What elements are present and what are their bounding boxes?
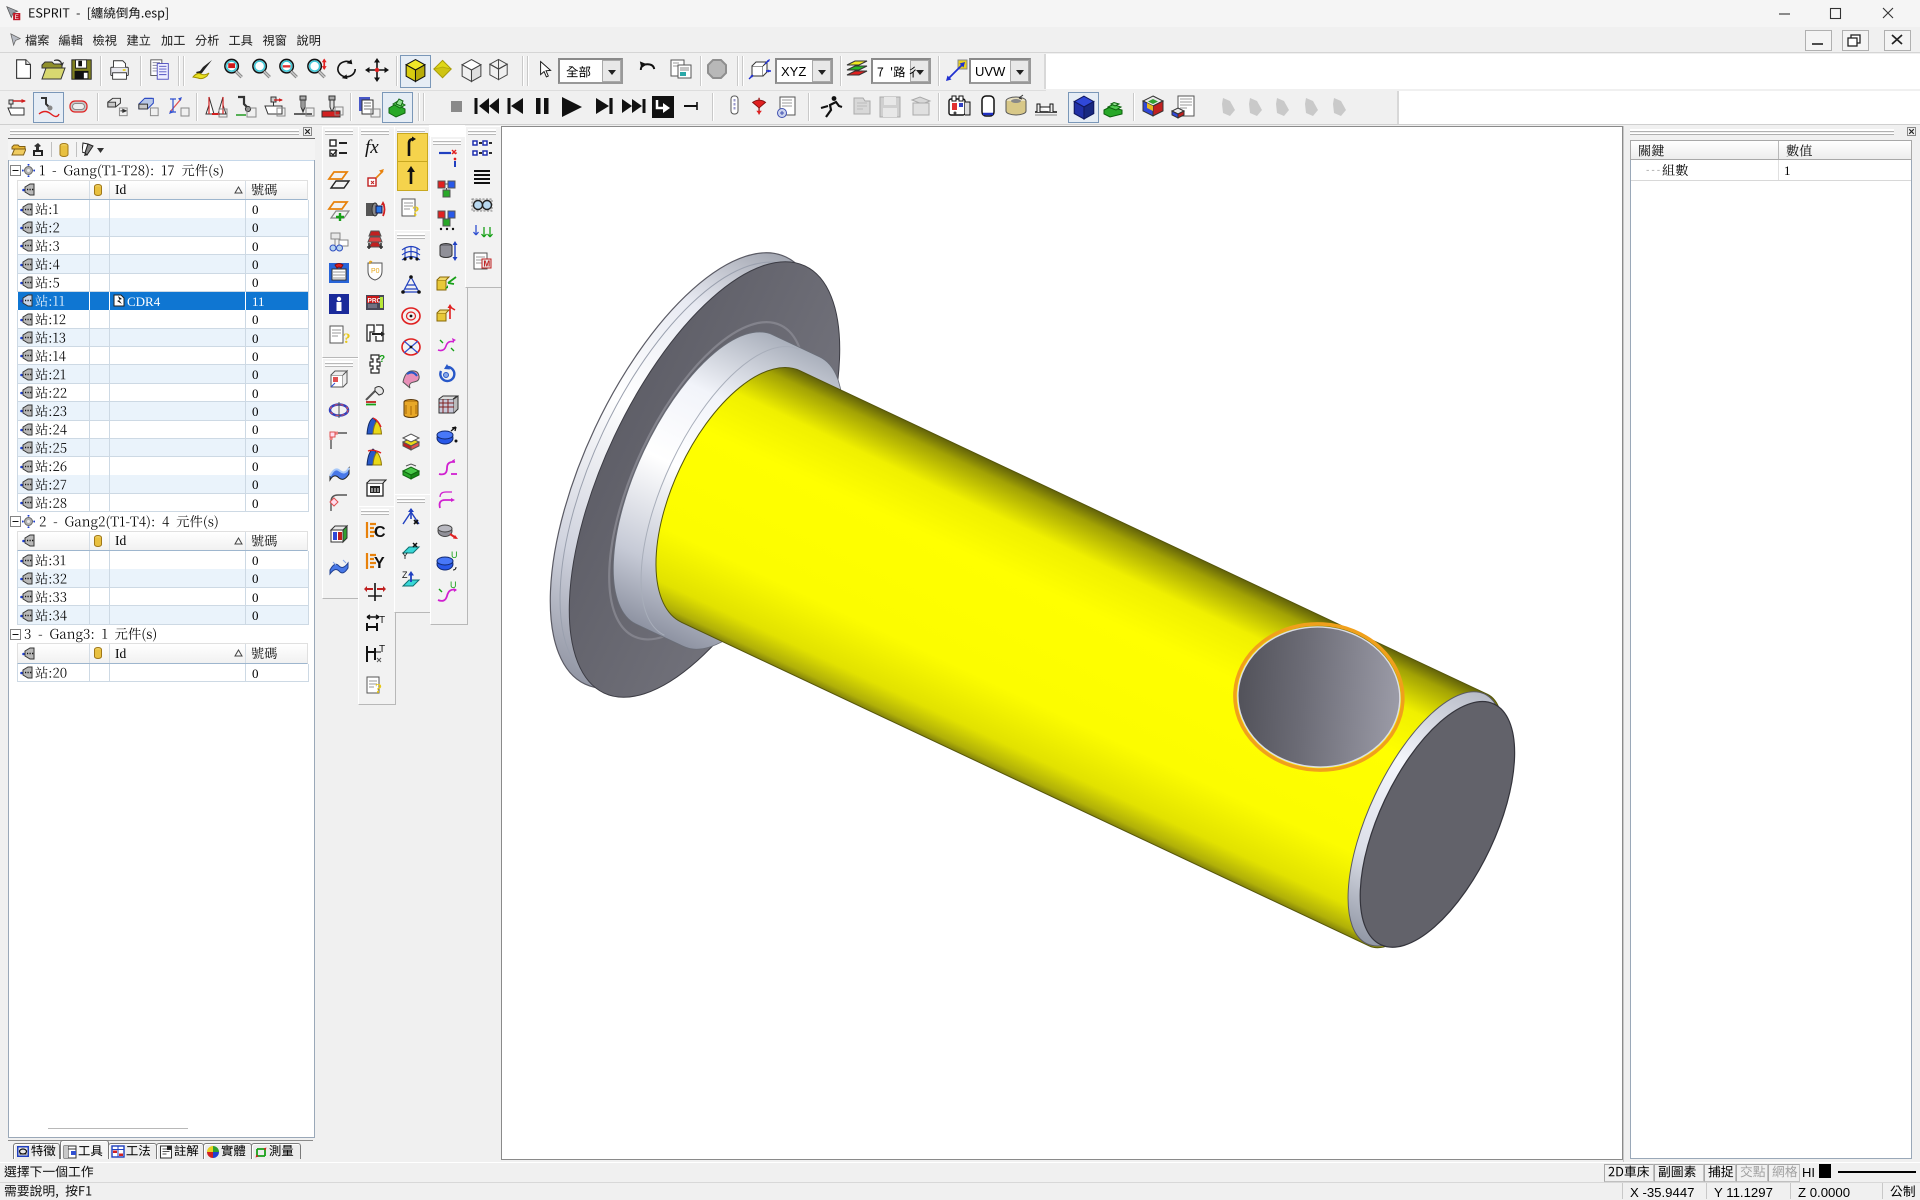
svg-text:U: U [451,550,458,560]
svg-text:T: T [379,615,385,626]
svg-text:E: E [15,14,19,21]
svg-text:Y: Y [374,555,385,572]
svg-text:C: C [374,524,386,541]
svg-text:Y: Y [402,551,408,561]
svg-text:P0: P0 [371,268,380,275]
svg-text:T: T [379,644,385,655]
svg-text:?: ? [379,354,385,365]
svg-text:?: ? [412,204,420,220]
svg-text:?: ? [343,331,351,347]
svg-text:PRO: PRO [368,298,382,305]
svg-text:M: M [484,260,491,269]
svg-text:?: ? [375,682,382,697]
svg-text:fx: fx [365,137,379,158]
svg-text:Z: Z [402,570,408,580]
svg-text:U: U [450,581,457,590]
